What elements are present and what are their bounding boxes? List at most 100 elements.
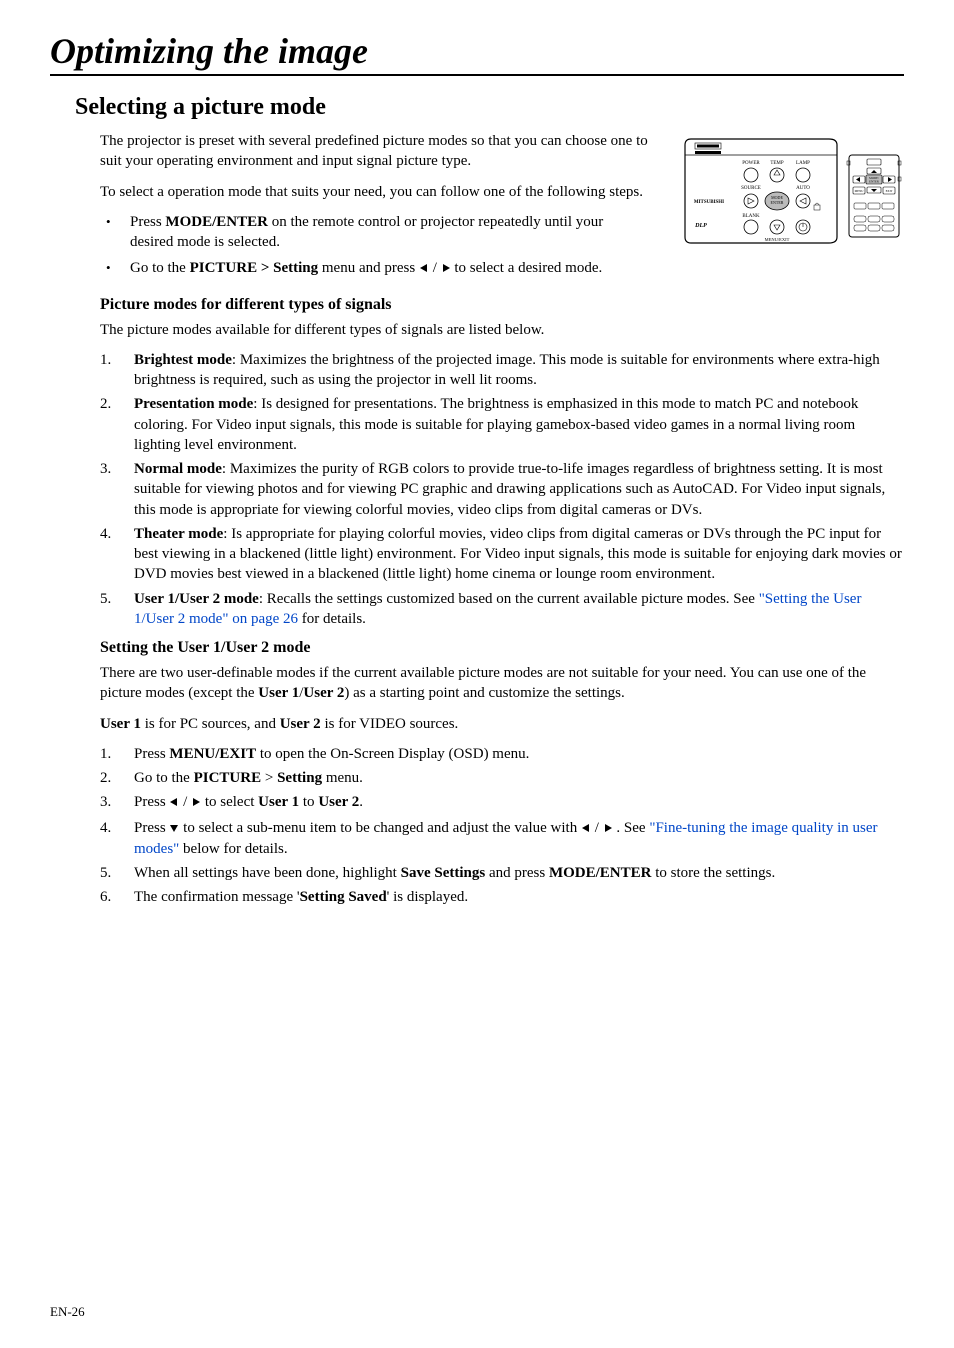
list-number: 5. [100,589,134,609]
paragraph: There are two user-definable modes if th… [100,663,904,704]
text: is for VIDEO sources. [321,716,459,732]
triangle-right-icon [441,259,451,279]
triangle-right-icon [603,819,613,839]
text: PICTURE [194,770,262,786]
intro-text: The projector is preset with several pre… [100,131,649,286]
label-dlp: DLP [694,223,707,229]
triangle-down-icon [169,819,179,839]
paragraph: The picture modes available for differen… [100,320,904,340]
list-item: 2. Presentation mode: Is designed for pr… [100,394,904,455]
label-auto: AUTO [796,186,810,191]
list-text: Press MENU/EXIT to open the On-Screen Di… [134,744,904,764]
list-item: 2. Go to the PICTURE > Setting menu. [100,768,904,788]
label-blank: BLANK [742,214,760,219]
label-r-menu: MENU [855,189,865,193]
list-item: 3. Normal mode: Maximizes the purity of … [100,459,904,520]
triangle-left-icon [581,819,591,839]
list-number: 6. [100,887,134,907]
text: Press [134,820,169,836]
text: User 1/User 2 mode [134,591,259,607]
text: to select [201,794,258,810]
text: Press [130,214,165,230]
paragraph: To select a operation mode that suits yo… [100,182,649,202]
text: / [179,794,191,810]
label-brand: MITSUBISHI [694,200,724,205]
text: ' is displayed. [387,889,468,905]
list-item: 6. The confirmation message 'Setting Sav… [100,887,904,907]
text: User 1 [258,685,299,701]
text: : Recalls the settings customized based … [259,591,759,607]
text: to select a sub-menu item to be changed … [179,820,581,836]
text: User 1 [100,716,141,732]
list-item: 5. When all settings have been done, hig… [100,863,904,883]
bullet-item: • Press MODE/ENTER on the remote control… [100,212,649,253]
list-text: When all settings have been done, highli… [134,863,904,883]
label-r-enter: ENTER [869,180,879,184]
paragraph: The projector is preset with several pre… [100,131,649,172]
list-text: The confirmation message 'Setting Saved'… [134,887,904,907]
text: : Maximizes the brightness of the projec… [134,352,880,388]
text: for details. [298,611,366,627]
bullet-marker: • [100,212,130,233]
label-menu-exit: MENU/EXIT [765,237,790,242]
list-text: Presentation mode: Is designed for prese… [134,394,904,455]
list-item: 4. Press to select a sub-menu item to be… [100,818,904,860]
list-item: 1. Brightest mode: Maximizes the brightn… [100,350,904,391]
label-lamp: LAMP [796,161,810,166]
section-title: Selecting a picture mode [75,94,904,121]
label-source: SOURCE [741,186,761,191]
list-text: Go to the PICTURE > Setting menu. [134,768,904,788]
list-number: 1. [100,744,134,764]
numbered-list: 1. Brightest mode: Maximizes the brightn… [100,350,904,629]
text: . [359,794,363,810]
text: Go to the [134,770,194,786]
text: to [299,794,318,810]
text: Setting Saved [300,889,387,905]
list-item: 3. Press / to select User 1 to User 2. [100,792,904,813]
text: Setting [277,770,322,786]
text: menu. [322,770,363,786]
text: : Is appropriate for playing colorful mo… [134,526,902,583]
triangle-left-icon [419,259,429,279]
numbered-list: 1. Press MENU/EXIT to open the On-Screen… [100,744,904,908]
list-number: 2. [100,768,134,788]
text: User 1 [258,794,299,810]
list-text: Normal mode: Maximizes the purity of RGB… [134,459,904,520]
label-power: POWER [742,161,760,166]
text: Brightest mode [134,352,232,368]
list-text: Press / to select User 1 to User 2. [134,792,904,813]
list-number: 5. [100,863,134,883]
label-temp: TEMP [770,161,784,166]
text: Press [134,746,169,762]
text: Press [134,794,169,810]
list-number: 3. [100,792,134,812]
list-text: User 1/User 2 mode: Recalls the settings… [134,589,904,630]
page-title: Optimizing the image [50,30,904,76]
text: . See [613,820,650,836]
text: MENU/EXIT [169,746,256,762]
bullet-text: Press MODE/ENTER on the remote control o… [130,212,649,253]
bullet-item: • Go to the PICTURE > Setting menu and p… [100,258,649,279]
text: PICTURE > Setting [190,260,319,276]
bullet-text: Go to the PICTURE > Setting menu and pre… [130,258,649,279]
text: : Maximizes the purity of RGB colors to … [134,461,885,518]
text: User 2 [318,794,359,810]
text: / [429,260,441,276]
list-item: 4. Theater mode: Is appropriate for play… [100,524,904,585]
list-text: Press to select a sub-menu item to be ch… [134,818,904,860]
label-enter: ENTER [771,200,784,205]
text: > [261,770,277,786]
text: Normal mode [134,461,222,477]
svg-text:EXIT: EXIT [886,189,893,193]
text: Go to the [130,260,190,276]
text: to select a desired mode. [451,260,603,276]
list-text: Theater mode: Is appropriate for playing… [134,524,904,585]
subsection-title: Setting the User 1/User 2 mode [100,639,904,657]
text: The confirmation message ' [134,889,300,905]
list-item: 5. User 1/User 2 mode: Recalls the setti… [100,589,904,630]
text: ) as a starting point and customize the … [344,685,624,701]
text: menu and press [318,260,419,276]
text: Theater mode [134,526,223,542]
projector-remote-illustration: POWER TEMP LAMP SOURCE AUTO MODE ENTER [679,131,904,251]
text: Presentation mode [134,396,253,412]
